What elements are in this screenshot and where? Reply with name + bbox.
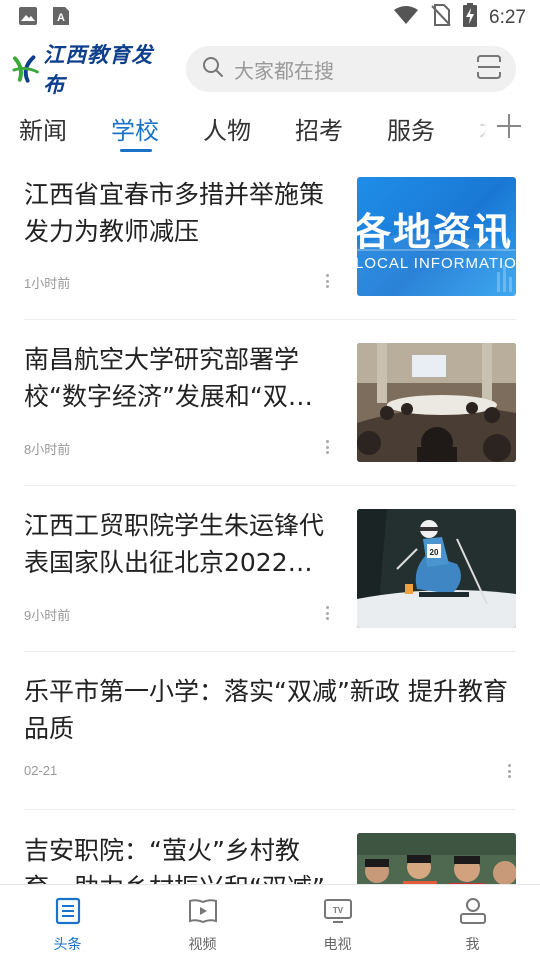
app-logo[interactable]: 江西教育发布 <box>12 42 172 97</box>
more-options-icon[interactable] <box>325 440 329 454</box>
news-thumbnail[interactable]: 各地资讯 LOCAL INFORMATION <box>357 177 516 296</box>
news-thumbnail[interactable]: 20 <box>357 509 516 628</box>
skier-photo: 20 <box>357 509 516 628</box>
nav-label: 我 <box>465 937 480 953</box>
tv-icon: TV <box>323 897 353 929</box>
nav-tv[interactable]: TV 电视 <box>270 885 405 960</box>
news-time: 1小时前 <box>24 276 71 291</box>
text-a-icon: A <box>52 6 70 30</box>
news-item[interactable]: 乐平市第一小学：落实“双减”新政 提升教育品质 02-21 <box>24 652 516 810</box>
logo-text: 江西教育发布 <box>43 42 154 97</box>
news-item[interactable]: 江西工贸职院学生朱运锋代表国家队出征北京2022年冬残奥会 9小时前 20 <box>24 486 516 652</box>
news-thumbnail[interactable] <box>357 833 516 884</box>
add-tab-icon[interactable] <box>496 113 522 143</box>
tab-school[interactable]: 学校 <box>92 102 159 154</box>
more-options-icon[interactable] <box>507 764 511 778</box>
nav-video[interactable]: 视频 <box>135 885 270 960</box>
tab-services[interactable]: 服务 <box>368 102 435 154</box>
search-input[interactable]: 大家都在搜 <box>186 46 516 92</box>
no-sim-icon <box>431 4 451 32</box>
news-item[interactable]: 南昌航空大学研究部署学校“数字经济”发展和“双一流”建设 8小时前 <box>24 320 516 486</box>
thumb-subtitle-text: LOCAL INFORMATION <box>357 255 516 272</box>
news-title[interactable]: 南昌航空大学研究部署学校“数字经济”发展和“双一流”建设 <box>24 341 330 415</box>
category-tabs: 新闻 学校 人物 招考 服务 本 <box>0 102 540 154</box>
tab-exams[interactable]: 招考 <box>276 102 343 154</box>
news-item[interactable]: 吉安职院：“萤火”乡村教育，助力乡村振兴和“双减” <box>24 810 516 884</box>
meeting-photo <box>357 343 516 462</box>
tab-news[interactable]: 新闻 <box>0 102 67 154</box>
tab-people[interactable]: 人物 <box>184 102 251 154</box>
news-title[interactable]: 乐平市第一小学：落实“双减”新政 提升教育品质 <box>24 673 516 747</box>
nav-label: 视频 <box>188 937 217 953</box>
children-photo <box>357 833 516 884</box>
logo-mark-icon <box>12 55 39 83</box>
thumb-title-text: 各地资讯 <box>357 210 514 254</box>
svg-text:TV: TV <box>332 906 343 915</box>
battery-charging-icon <box>463 3 478 33</box>
nav-me[interactable]: 我 <box>405 885 540 960</box>
nav-label: 电视 <box>323 937 352 953</box>
bib-number: 20 <box>430 548 439 557</box>
nav-label: 头条 <box>53 937 82 953</box>
scan-icon[interactable] <box>476 54 502 84</box>
status-bar: A 6:27 <box>0 0 540 36</box>
nav-headlines[interactable]: 头条 <box>0 885 135 960</box>
search-placeholder: 大家都在搜 <box>234 58 334 83</box>
video-book-icon <box>188 897 218 929</box>
news-title[interactable]: 江西省宜春市多措并举施策发力为教师减压 <box>24 176 330 250</box>
more-options-icon[interactable] <box>325 606 329 620</box>
news-time: 8小时前 <box>24 442 71 457</box>
more-options-icon[interactable] <box>325 274 329 288</box>
app-header: 江西教育发布 大家都在搜 <box>0 36 540 102</box>
news-item[interactable]: 江西省宜春市多措并举施策发力为教师减压 1小时前 各地资讯 LOCAL INFO… <box>24 154 516 320</box>
search-icon <box>202 56 224 82</box>
news-feed[interactable]: 江西省宜春市多措并举施策发力为教师减压 1小时前 各地资讯 LOCAL INFO… <box>0 154 540 884</box>
news-title[interactable]: 江西工贸职院学生朱运锋代表国家队出征北京2022年冬残奥会 <box>24 507 330 581</box>
status-time: 6:27 <box>489 7 526 28</box>
tab-add-area <box>464 102 540 154</box>
news-time: 02-21 <box>24 763 58 778</box>
news-time: 9小时前 <box>24 608 71 623</box>
news-thumbnail[interactable] <box>357 343 516 462</box>
news-title[interactable]: 吉安职院：“萤火”乡村教育，助力乡村振兴和“双减” <box>24 832 330 884</box>
headline-doc-icon <box>55 897 81 929</box>
bottom-nav: 头条 视频 TV 电视 我 <box>0 884 540 960</box>
image-icon <box>18 6 38 30</box>
user-icon <box>458 897 488 929</box>
wifi-icon <box>393 5 419 31</box>
svg-text:A: A <box>57 12 65 24</box>
